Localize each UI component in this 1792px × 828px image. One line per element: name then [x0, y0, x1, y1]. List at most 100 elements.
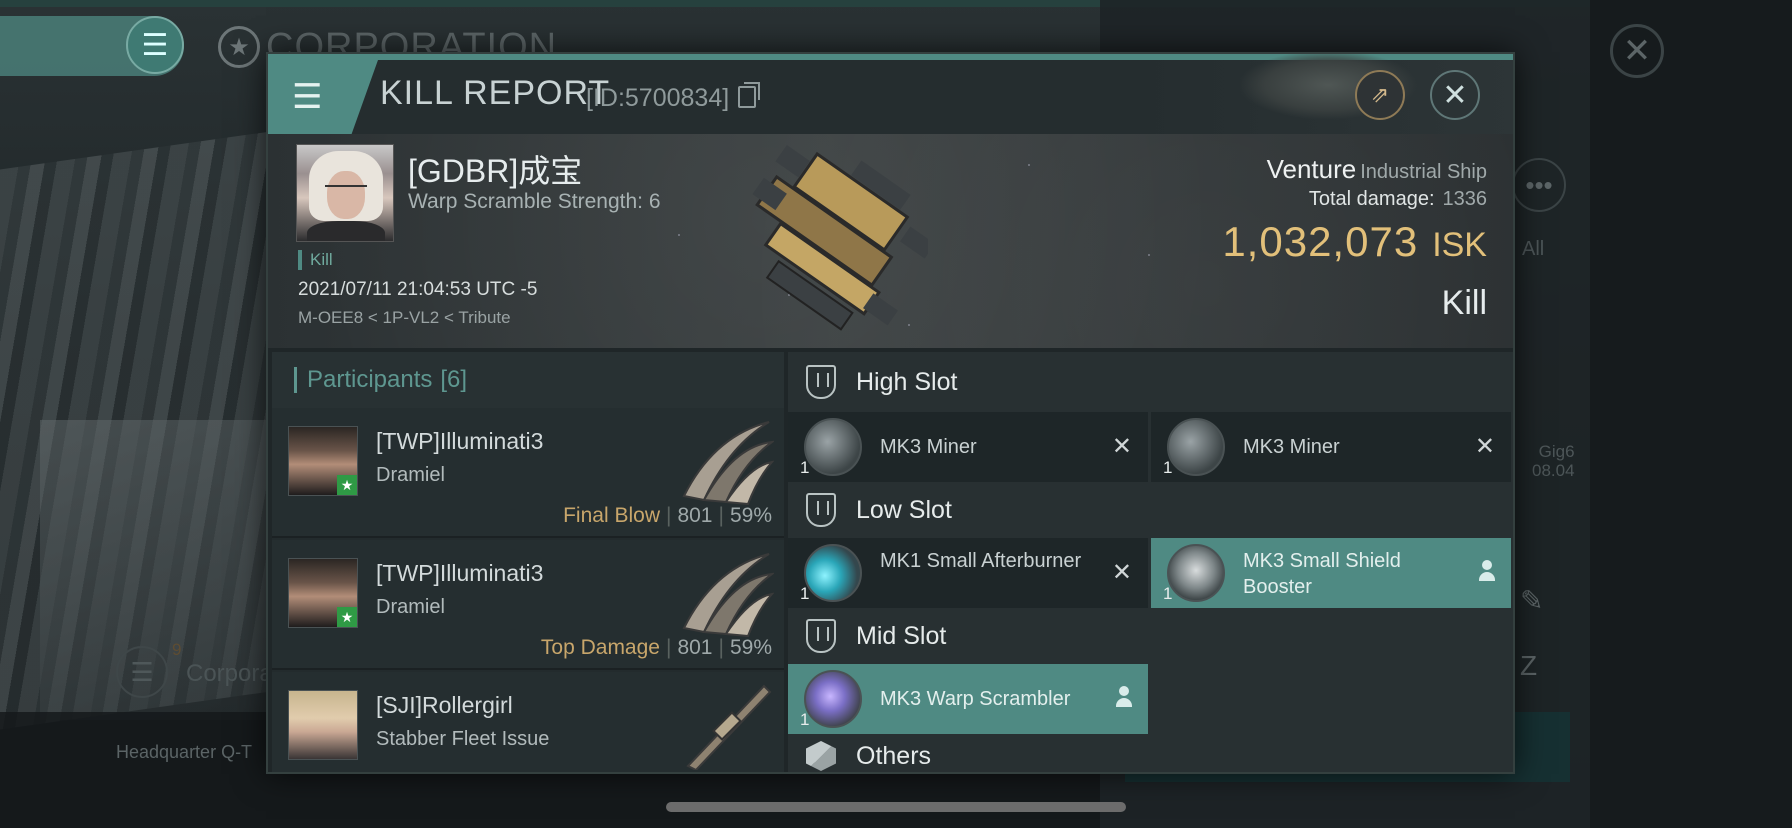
isk-unit: ISK [1432, 226, 1487, 264]
headquarter-label: Headquarter Q-T [116, 742, 253, 762]
ship-class: Industrial Ship [1360, 161, 1487, 183]
total-damage-row: Total damage: 1336 [1309, 188, 1487, 211]
total-damage-label: Total damage: [1308, 188, 1435, 210]
module-mk3-miner[interactable]: 1 MK3 Miner ✕ [788, 412, 1148, 482]
participant-ship: Stabber Fleet Issue [376, 728, 550, 750]
victim-name[interactable]: [GDBR]成宝 [408, 146, 582, 192]
stats-separator: | [718, 504, 724, 527]
destroyed-x-icon: ✕ [1111, 559, 1132, 586]
participant-avatar: ★ [288, 558, 358, 628]
participants-count: [6] [440, 366, 468, 393]
stats-separator: | [665, 636, 672, 659]
home-indicator[interactable] [666, 802, 1126, 812]
dramiel-ship-icon [682, 553, 774, 638]
module-name: MK3 Miner [1243, 436, 1340, 458]
participant-damage: 801 [677, 504, 713, 527]
star-badge-icon: ★ [337, 475, 357, 495]
mid-slot-label: Mid Slot [856, 621, 947, 650]
module-mk3-warp-scrambler[interactable]: 1 MK3 Warp Scrambler [788, 664, 1148, 734]
participant-percent: 59% [729, 636, 772, 659]
module-name: MK3 Miner [880, 436, 977, 458]
bg-star [1028, 164, 1030, 166]
others-label: Others [856, 741, 932, 770]
venture-ship-image[interactable] [708, 140, 928, 340]
miner-icon [804, 418, 862, 476]
others-header: Others [788, 734, 1513, 772]
stats-separator: | [718, 636, 724, 659]
cargo-box-icon [806, 741, 836, 771]
participant-name: [TWP]Illuminati3 [376, 560, 544, 586]
kill-report-dialog: ☰ KILL REPORT [ID:5700834] ⇗ ✕ [GDBR]成宝 … [266, 52, 1515, 774]
share-icon[interactable]: ⇗ [1355, 70, 1405, 120]
corporation-star-icon: ★ [218, 26, 260, 68]
background-close-icon[interactable]: ✕ [1610, 24, 1664, 78]
module-name: MK3 Warp Scrambler [880, 688, 1071, 710]
participant-row[interactable]: [SJI]Rollergirl Stabber Fleet Issue [272, 672, 784, 772]
edit-icon[interactable]: ✎ [1520, 584, 1550, 616]
participant-avatar [288, 690, 358, 760]
afterburner-icon [804, 544, 862, 602]
shield-booster-icon [1167, 544, 1225, 602]
participant-percent: 59% [729, 504, 772, 527]
bg-star [678, 234, 680, 236]
dropped-person-icon [1114, 686, 1134, 710]
bg-star [1148, 254, 1150, 256]
participants-label: Participants [307, 366, 433, 393]
kill-timestamp: 2021/07/11 21:04:53 UTC -5 [298, 279, 538, 300]
mid-slot-header: Mid Slot [788, 608, 1513, 664]
miner-icon [1167, 418, 1225, 476]
warp-scramble-strength: Warp Scramble Strength: 6 [408, 190, 661, 213]
stabber-ship-icon [686, 684, 772, 770]
low-slot-label: Low Slot [856, 495, 952, 524]
settings-z-icon[interactable]: Z [1520, 650, 1550, 681]
background-corporation-label: Corpora [186, 660, 273, 687]
module-name: MK3 Small Shield Booster [1243, 550, 1401, 598]
stats-separator: | [665, 504, 672, 527]
victim-avatar[interactable] [296, 144, 394, 242]
avatar-body [307, 221, 385, 241]
module-mk3-miner[interactable]: 1 MK3 Miner ✕ [1151, 412, 1511, 482]
background-gig-text: Gig6 08.04 [1532, 442, 1575, 480]
copy-icon[interactable] [738, 82, 760, 108]
participant-name: [TWP]Illuminati3 [376, 428, 544, 454]
close-icon[interactable]: ✕ [1430, 70, 1480, 120]
participant-tag: Final Blow [563, 504, 660, 527]
ship-name[interactable]: Venture [1267, 154, 1357, 184]
ship-info: Venture Industrial Ship [1267, 154, 1487, 185]
module-qty: 1 [800, 458, 810, 477]
background-menu-icon[interactable]: ☰ [126, 16, 184, 74]
participant-ship: Dramiel [376, 596, 445, 618]
gig-line-1: Gig6 [1538, 442, 1575, 461]
participant-stats: Top Damage | 801 | 59% [541, 636, 772, 660]
star-badge-icon: ★ [337, 607, 357, 627]
background-side-panel [1590, 0, 1792, 828]
more-options-icon[interactable]: ••• [1512, 158, 1566, 212]
fitting-panel: High Slot 1 MK3 Miner ✕ 1 MK3 Miner ✕ Lo… [788, 352, 1513, 772]
module-qty: 1 [1163, 458, 1173, 477]
total-damage-value: 1336 [1442, 188, 1488, 210]
participant-tag: Top Damage [540, 636, 660, 659]
destroyed-x-icon: ✕ [1474, 433, 1495, 460]
menu-icon[interactable]: ☰ [268, 60, 378, 134]
dropped-person-icon [1477, 560, 1497, 584]
dramiel-ship-icon [682, 421, 774, 506]
participant-stats: Final Blow | 801 | 59% [563, 504, 772, 528]
dialog-title: KILL REPORT [380, 74, 611, 112]
participant-name: [SJI]Rollergirl [376, 692, 513, 718]
low-slot-icon [806, 493, 836, 527]
background-list-icon[interactable]: ☰ [116, 646, 168, 698]
participant-row[interactable]: ★ [TWP]Illuminati3 Dramiel Final Blow | 80… [272, 408, 784, 538]
participant-row[interactable]: ★ [TWP]Illuminati3 Dramiel Top Damage | 80… [272, 540, 784, 670]
avatar-glasses [325, 185, 367, 193]
module-name: MK1 Small Afterburner [880, 550, 1082, 572]
module-qty: 1 [800, 710, 810, 729]
background-count: 9 [172, 640, 182, 659]
module-mk3-small-shield-booster[interactable]: 1 MK3 Small Shield Booster [1151, 538, 1511, 608]
victim-banner: [GDBR]成宝 Warp Scramble Strength: 6 Kill … [268, 134, 1513, 348]
module-qty: 1 [800, 584, 810, 603]
kill-location[interactable]: M-OEE8 < 1P-VL2 < Tribute [298, 308, 511, 328]
module-mk1-small-afterburner[interactable]: 1 MK1 Small Afterburner ✕ [788, 538, 1148, 608]
low-slot-header: Low Slot [788, 482, 1513, 538]
module-qty: 1 [1163, 584, 1173, 603]
kill-tag: Kill [298, 250, 333, 270]
